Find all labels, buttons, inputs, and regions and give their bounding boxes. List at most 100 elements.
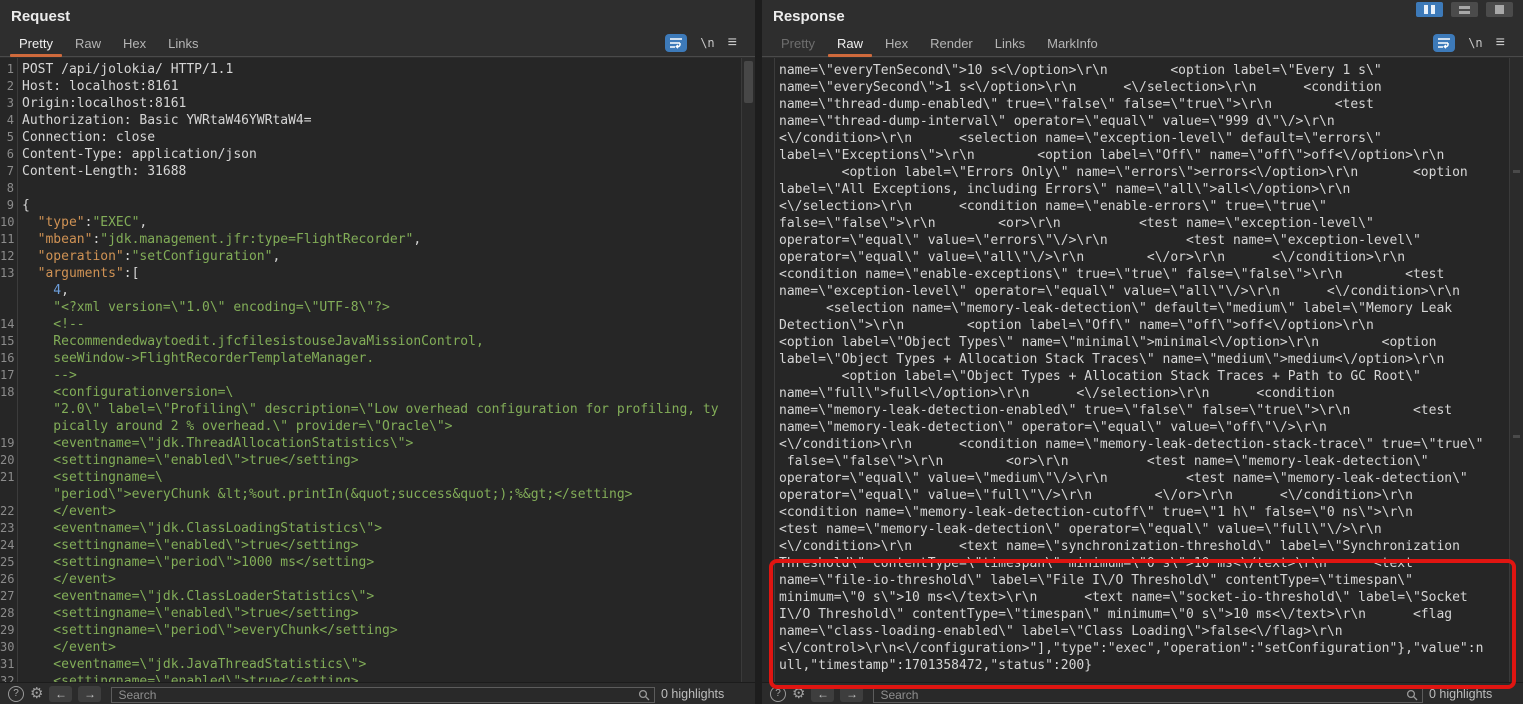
search-icon (1406, 688, 1418, 704)
tab-pretty[interactable]: Pretty (770, 30, 826, 56)
code-line: 6Content-Type: application/json (0, 146, 741, 163)
code-line: ull,"timestamp":1701358472,"status":200} (762, 657, 1509, 674)
code-line: 10 "type":"EXEC", (0, 214, 741, 231)
code-line: <\/condition>\r\n <selection name=\"exce… (762, 130, 1509, 147)
next-match-button[interactable]: → (78, 686, 101, 702)
code-line: operator=\"equal\" value=\"errors\"\/>\r… (762, 232, 1509, 249)
code-line: <condition name=\"enable-exceptions\" tr… (762, 266, 1509, 283)
response-panel: Response PrettyRawHexRenderLinksMarkInfo… (762, 0, 1523, 704)
code-line: <option label=\"Object Types\" name=\"mi… (762, 334, 1509, 351)
response-scrollbar[interactable] (1509, 58, 1523, 682)
code-line: <\/control>\r\n<\/configuration>"],"type… (762, 640, 1509, 657)
settings-gear-icon[interactable]: ⚙ (30, 686, 43, 701)
code-line: 11 "mbean":"jdk.management.jfr:type=Flig… (0, 231, 741, 248)
code-line: "period\">everyChunk &lt;%out.printIn(&q… (0, 486, 741, 503)
code-line: name=\"class-loading-enabled\" label=\"C… (762, 623, 1509, 640)
code-line: <condition name=\"memory-leak-detection-… (762, 504, 1509, 521)
settings-gear-icon[interactable]: ⚙ (792, 686, 805, 701)
code-line: <option label=\"Object Types + Allocatio… (762, 368, 1509, 385)
editor-menu-icon[interactable]: ≡ (728, 35, 737, 51)
code-line: 22 </event> (0, 503, 741, 520)
code-line: Detection\">\r\n <option label=\"Off\" n… (762, 317, 1509, 334)
response-editor[interactable]: name=\"everyTenSecond\">10 s<\/option>\r… (762, 58, 1523, 682)
code-line: "<?xml version=\"1.0\" encoding=\"UTF-8\… (0, 299, 741, 316)
code-line: 4, (0, 282, 741, 299)
next-match-button[interactable]: → (840, 686, 863, 702)
code-line: label=\"Object Types + Allocation Stack … (762, 351, 1509, 368)
help-icon[interactable]: ? (770, 686, 786, 702)
word-wrap-toggle-icon[interactable] (665, 34, 687, 52)
code-line: 15 Recommendedwaytoedit.jfcfilesistouseJ… (0, 333, 741, 350)
request-code: 1POST /api/jolokia/ HTTP/1.12Host: local… (0, 58, 741, 682)
response-tabs-bar: PrettyRawHexRenderLinksMarkInfo \n ≡ (762, 30, 1523, 57)
prev-match-button[interactable]: ← (49, 686, 72, 702)
response-panel-title: Response (762, 0, 1523, 30)
search-input[interactable] (111, 687, 655, 703)
tab-links[interactable]: Links (984, 30, 1036, 56)
request-editor-tools: \n ≡ (665, 30, 747, 56)
tab-raw[interactable]: Raw (64, 30, 112, 56)
code-line: 9{ (0, 197, 741, 214)
code-line: name=\"exception-level\" operator=\"equa… (762, 283, 1509, 300)
code-line: <\/condition>\r\n <condition name=\"memo… (762, 436, 1509, 453)
code-line: false=\"false\">\r\n <or>\r\n <test name… (762, 215, 1509, 232)
code-line: 14 <!-- (0, 316, 741, 333)
code-line: name=\"everySecond\">1 s<\/option>\r\n <… (762, 79, 1509, 96)
search-input[interactable] (873, 687, 1423, 703)
code-line: 19 <eventname=\"jdk.ThreadAllocationStat… (0, 435, 741, 452)
request-scrollbar[interactable] (741, 58, 755, 682)
layout-single-button[interactable] (1486, 2, 1513, 17)
help-icon[interactable]: ? (8, 686, 24, 702)
code-line: minimum=\"0 s\">10 ms<\/text>\r\n <text … (762, 589, 1509, 606)
code-line: false=\"false\">\r\n <or>\r\n <test name… (762, 453, 1509, 470)
code-line: Threshold\" contentType=\"timespan\" min… (762, 555, 1509, 572)
code-line: operator=\"equal\" value=\"all\"\/>\r\n … (762, 249, 1509, 266)
request-search-bar: ? ⚙ ← → 0 highlights (0, 682, 755, 704)
code-line: 32 <settingname=\"enabled\">true</settin… (0, 673, 741, 682)
tab-raw[interactable]: Raw (826, 30, 874, 56)
prev-match-button[interactable]: ← (811, 686, 834, 702)
tab-markinfo[interactable]: MarkInfo (1036, 30, 1109, 56)
search-marker-tick (1513, 170, 1520, 173)
word-wrap-toggle-icon[interactable] (1433, 34, 1455, 52)
code-line: name=\"thread-dump-interval\" operator=\… (762, 113, 1509, 130)
code-line: <option label=\"Errors Only\" name=\"err… (762, 164, 1509, 181)
response-editor-tools: \n ≡ (1433, 30, 1515, 56)
code-line: name=\"memory-leak-detection\" operator=… (762, 419, 1509, 436)
code-line: <selection name=\"memory-leak-detection\… (762, 300, 1509, 317)
code-line: 1POST /api/jolokia/ HTTP/1.1 (0, 61, 741, 78)
code-line: 7Content-Length: 31688 (0, 163, 741, 180)
highlights-count: 0 highlights (1429, 687, 1515, 701)
layout-columns-button[interactable] (1416, 2, 1443, 17)
tab-hex[interactable]: Hex (874, 30, 919, 56)
view-layout-switcher (1416, 2, 1513, 17)
code-line: name=\"full\">full<\/option>\r\n <\/sele… (762, 385, 1509, 402)
highlights-count: 0 highlights (661, 687, 747, 701)
code-line: 30 </event> (0, 639, 741, 656)
request-tabs: PrettyRawHexLinks (8, 30, 209, 56)
code-line: 3Origin:localhost:8161 (0, 95, 741, 112)
request-editor[interactable]: 1POST /api/jolokia/ HTTP/1.12Host: local… (0, 58, 755, 682)
code-line: 27 <eventname=\"jdk.ClassLoaderStatistic… (0, 588, 741, 605)
code-line: 4Authorization: Basic YWRtaW46YWRtaW4= (0, 112, 741, 129)
request-panel: Request PrettyRawHexLinks \n ≡ 1POST /ap… (0, 0, 755, 704)
tab-links[interactable]: Links (157, 30, 209, 56)
request-scrollbar-thumb[interactable] (744, 61, 753, 103)
show-newlines-toggle[interactable]: \n (700, 36, 714, 50)
code-line: label=\"All Exceptions, including Errors… (762, 181, 1509, 198)
show-newlines-toggle[interactable]: \n (1468, 36, 1482, 50)
editor-menu-icon[interactable]: ≡ (1496, 35, 1505, 51)
code-line: operator=\"equal\" value=\"medium\"\/>\r… (762, 470, 1509, 487)
code-line: 13 "arguments":[ (0, 265, 741, 282)
code-line: "2.0\" label=\"Profiling\" description=\… (0, 401, 741, 418)
tab-render[interactable]: Render (919, 30, 984, 56)
code-line: <\/condition>\r\n <text name=\"synchroni… (762, 538, 1509, 555)
layout-rows-button[interactable] (1451, 2, 1478, 17)
message-editor-window: Request PrettyRawHexLinks \n ≡ 1POST /ap… (0, 0, 1523, 704)
code-line: 26 </event> (0, 571, 741, 588)
tab-pretty[interactable]: Pretty (8, 30, 64, 56)
code-line: name=\"thread-dump-enabled\" true=\"fals… (762, 96, 1509, 113)
code-line: 2Host: localhost:8161 (0, 78, 741, 95)
tab-hex[interactable]: Hex (112, 30, 157, 56)
code-line: 20 <settingname=\"enabled\">true</settin… (0, 452, 741, 469)
